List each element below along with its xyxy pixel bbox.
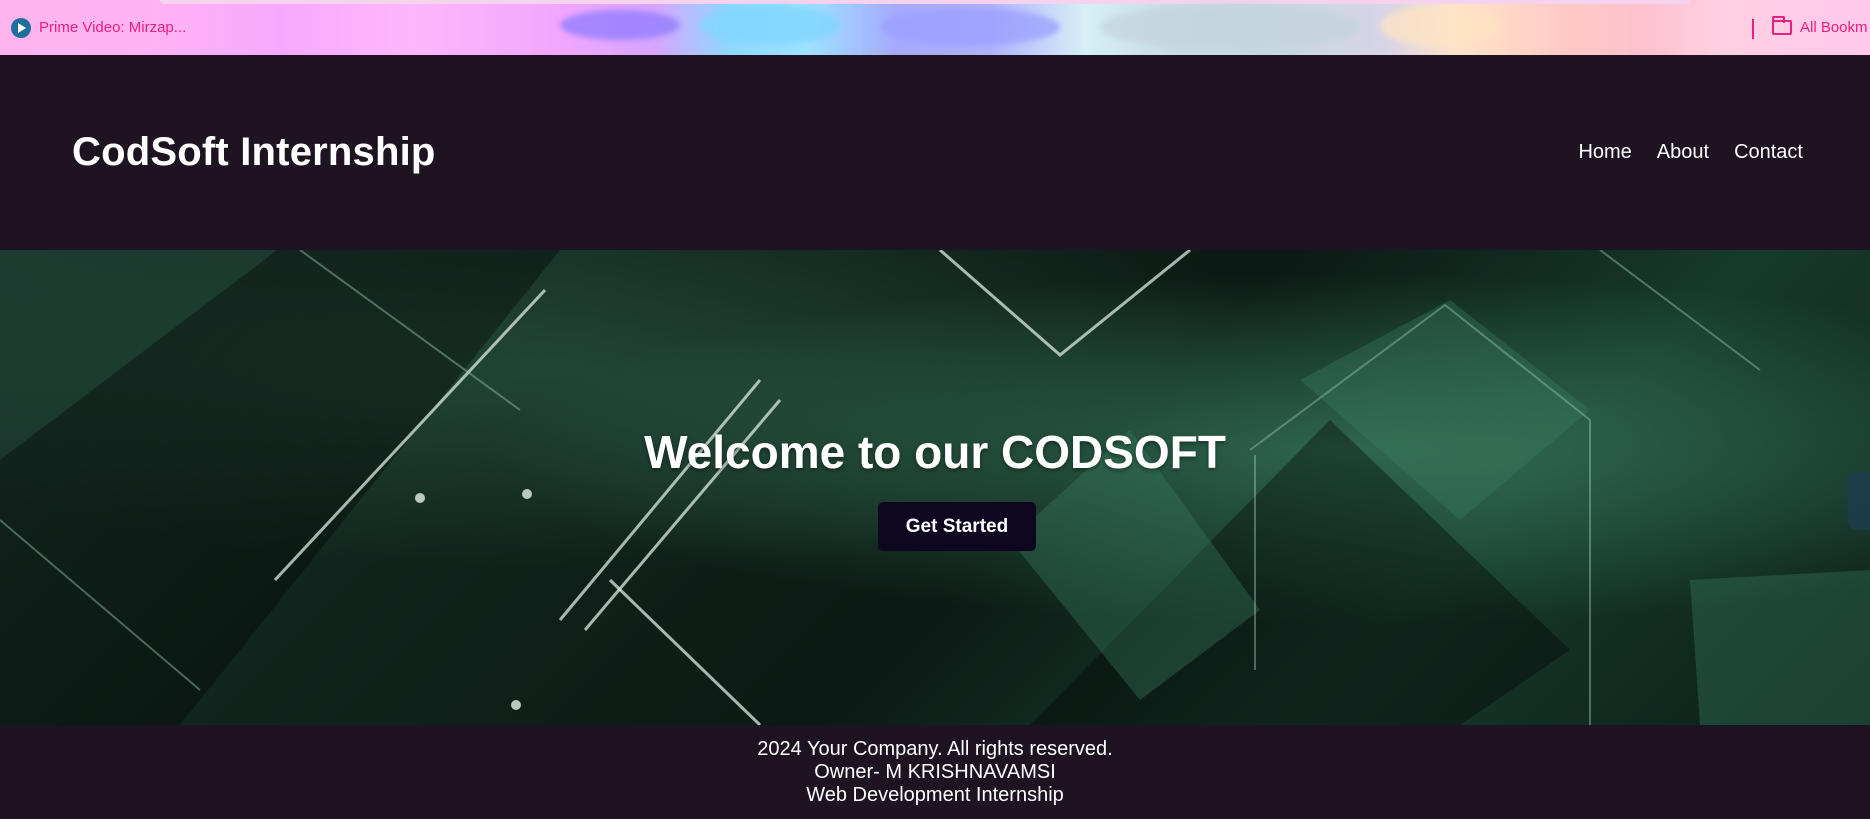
nav-home[interactable]: Home	[1578, 141, 1631, 164]
bar-decoration	[700, 5, 840, 45]
bar-decoration	[1100, 4, 1360, 50]
copyright-text: 2024 Your Company. All rights reserved.	[757, 738, 1113, 760]
bookmark-divider	[1752, 19, 1754, 39]
bar-decoration	[1380, 6, 1500, 46]
play-icon	[11, 17, 31, 38]
bookmark-label: Prime Video: Mirzap...	[39, 19, 187, 36]
site-title: CodSoft Internship	[72, 130, 436, 174]
hero-background-pattern	[0, 250, 1870, 725]
program-text: Web Development Internship	[806, 784, 1064, 806]
tab-strip-edge	[160, 0, 1690, 4]
bookmarks-bar: Prime Video: Mirzap... All Bookm	[0, 0, 1870, 55]
get-started-button[interactable]: Get Started	[878, 502, 1036, 551]
folder-icon	[1772, 16, 1792, 35]
nav-about[interactable]: About	[1657, 141, 1709, 164]
bookmark-label: All Bookm	[1800, 19, 1868, 36]
side-panel-tab[interactable]	[1848, 472, 1870, 530]
hero-section: Welcome to our CODSOFT Get Started	[0, 250, 1870, 725]
bar-decoration	[560, 10, 680, 40]
site-header: CodSoft Internship Home About Contact	[0, 55, 1870, 250]
nav-contact[interactable]: Contact	[1734, 141, 1803, 164]
bookmark-prime-video[interactable]: Prime Video: Mirzap...	[11, 0, 186, 55]
site-footer: 2024 Your Company. All rights reserved. …	[0, 725, 1870, 819]
main-nav: Home About Contact	[1578, 141, 1803, 164]
bookmark-all-bookmarks[interactable]: All Bookm	[1772, 0, 1868, 55]
owner-text: Owner- M KRISHNAVAMSI	[814, 761, 1056, 783]
bar-decoration	[880, 8, 1060, 46]
hero-title: Welcome to our CODSOFT	[644, 426, 1226, 478]
